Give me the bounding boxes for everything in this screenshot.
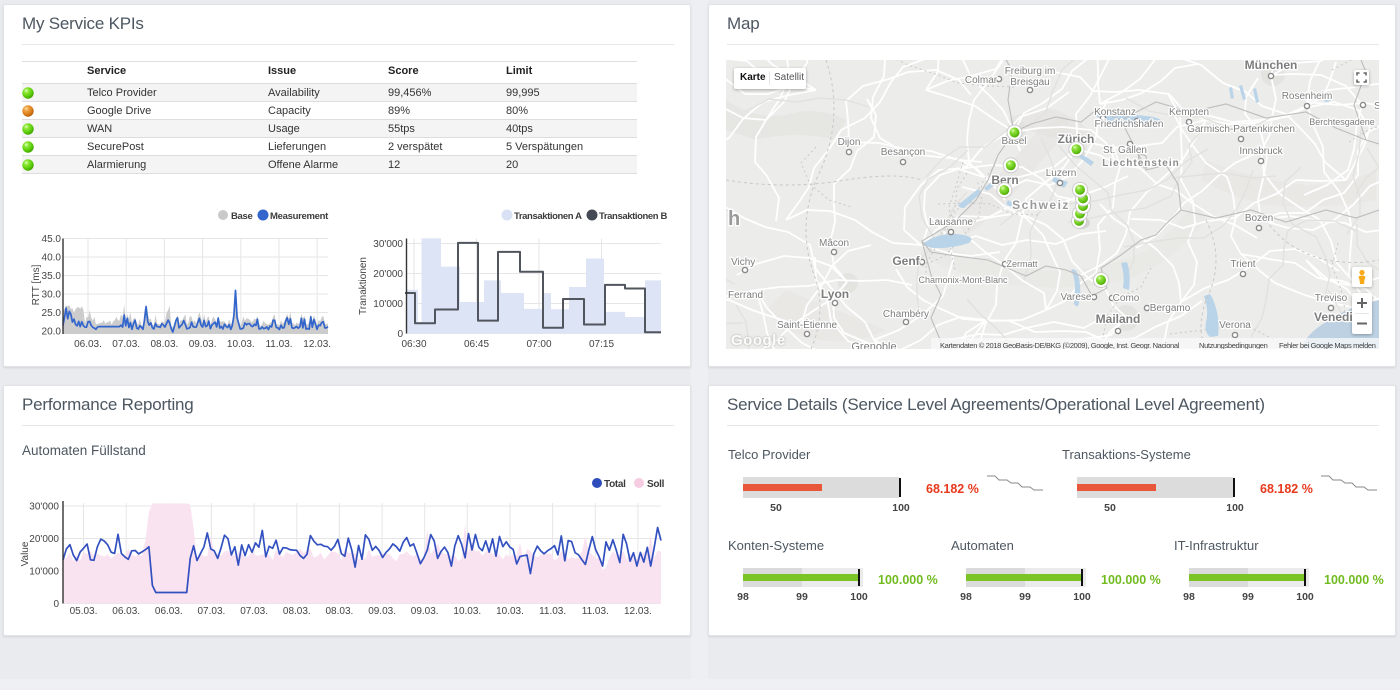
svg-text:07:00: 07:00 bbox=[526, 339, 551, 350]
svg-text:Measurement: Measurement bbox=[270, 211, 329, 222]
svg-text:Vichy: Vichy bbox=[731, 257, 755, 268]
svg-text:Lyon: Lyon bbox=[821, 287, 849, 301]
svg-text:St. Gallen: St. Gallen bbox=[1103, 145, 1147, 156]
svg-text:07.03.: 07.03. bbox=[197, 606, 225, 617]
svg-text:30'000: 30'000 bbox=[29, 502, 59, 513]
svg-text:Grenoble: Grenoble bbox=[851, 341, 896, 349]
svg-text:RTT [ms]: RTT [ms] bbox=[31, 264, 42, 305]
svg-text:06.03.: 06.03. bbox=[74, 339, 102, 350]
svg-text:Genf: Genf bbox=[892, 254, 920, 268]
svg-text:Soll: Soll bbox=[647, 479, 665, 490]
svg-text:Como: Como bbox=[1113, 293, 1140, 304]
svg-text:08.03.: 08.03. bbox=[150, 339, 178, 350]
svg-text:Freiburg im: Freiburg im bbox=[1005, 66, 1056, 77]
svg-text:München: München bbox=[1245, 60, 1298, 72]
svg-text:Saint-Étienne: Saint-Étienne bbox=[777, 318, 837, 331]
svg-text:Sa: Sa bbox=[1374, 101, 1379, 112]
svg-text:11.03.: 11.03. bbox=[582, 606, 609, 617]
svg-text:Trient: Trient bbox=[1230, 259, 1255, 270]
svg-text:Friedrichshafen: Friedrichshafen bbox=[1095, 119, 1164, 130]
svg-text:06:45: 06:45 bbox=[464, 339, 489, 350]
svg-text:07:15: 07:15 bbox=[589, 339, 614, 350]
svg-text:Liechtenstein: Liechtenstein bbox=[1102, 158, 1179, 169]
svg-text:10'000: 10'000 bbox=[29, 567, 59, 578]
svg-text:10.03.: 10.03. bbox=[453, 606, 481, 617]
svg-text:Kempten: Kempten bbox=[1169, 107, 1209, 118]
svg-text:Breisgau: Breisgau bbox=[1010, 77, 1049, 88]
svg-text:0: 0 bbox=[53, 599, 59, 610]
svg-text:Garmisch-Partenkirchen: Garmisch-Partenkirchen bbox=[1187, 124, 1295, 135]
svg-text:06:30: 06:30 bbox=[401, 339, 426, 350]
svg-text:Colmar: Colmar bbox=[965, 75, 998, 86]
svg-text:Tranaktionen: Tranaktionen bbox=[358, 257, 369, 315]
svg-text:25.0: 25.0 bbox=[42, 308, 62, 319]
svg-text:Transaktionen B: Transaktionen B bbox=[599, 211, 667, 222]
svg-text:Total: Total bbox=[604, 479, 626, 490]
svg-text:Zermatt: Zermatt bbox=[1006, 259, 1038, 269]
svg-text:09.03.: 09.03. bbox=[411, 606, 439, 617]
svg-text:10.03.: 10.03. bbox=[496, 606, 524, 617]
svg-text:08.03.: 08.03. bbox=[325, 606, 353, 617]
svg-text:06.03.: 06.03. bbox=[155, 606, 183, 617]
svg-text:Dijon: Dijon bbox=[838, 137, 861, 148]
svg-text:20'000: 20'000 bbox=[29, 534, 59, 545]
svg-text:Luzern: Luzern bbox=[1046, 168, 1077, 179]
svg-text:Rosenheim: Rosenheim bbox=[1282, 91, 1333, 102]
svg-text:11.03.: 11.03. bbox=[539, 606, 566, 617]
svg-text:45.0: 45.0 bbox=[42, 234, 62, 245]
svg-text:Chambéry: Chambéry bbox=[883, 309, 929, 320]
svg-text:Besançon: Besançon bbox=[881, 147, 925, 158]
svg-text:20'000: 20'000 bbox=[373, 269, 403, 280]
svg-text:h: h bbox=[728, 208, 740, 230]
svg-text:Chamonix-Mont-Blanc: Chamonix-Mont-Blanc bbox=[918, 275, 1008, 285]
svg-text:Innsbruck: Innsbruck bbox=[1239, 146, 1283, 157]
svg-text:10'000: 10'000 bbox=[373, 299, 403, 310]
svg-text:Value: Value bbox=[20, 541, 31, 566]
svg-text:07.03.: 07.03. bbox=[112, 339, 140, 350]
svg-text:Berchtesgadene: Berchtesgadene bbox=[1309, 117, 1375, 127]
svg-text:20.0: 20.0 bbox=[42, 327, 62, 338]
svg-text:08.03.: 08.03. bbox=[283, 606, 311, 617]
svg-text:Mâcon: Mâcon bbox=[819, 238, 849, 249]
svg-text:30'000: 30'000 bbox=[373, 239, 403, 250]
svg-text:Schweiz: Schweiz bbox=[1012, 198, 1070, 212]
svg-text:Treviso: Treviso bbox=[1315, 293, 1348, 304]
svg-text:Verona: Verona bbox=[1219, 320, 1251, 331]
svg-text:Lausanne: Lausanne bbox=[929, 217, 973, 228]
svg-text:09.03.: 09.03. bbox=[189, 339, 217, 350]
svg-text:Bergamo: Bergamo bbox=[1150, 303, 1191, 314]
svg-text:05.03.: 05.03. bbox=[70, 606, 98, 617]
svg-text:12.03.: 12.03. bbox=[624, 606, 652, 617]
svg-text:Mailand: Mailand bbox=[1096, 312, 1141, 326]
svg-text:Konstanz: Konstanz bbox=[1094, 107, 1136, 118]
svg-text:Bozen: Bozen bbox=[1245, 213, 1273, 224]
svg-text:Ferrand: Ferrand bbox=[728, 290, 763, 301]
svg-text:40.0: 40.0 bbox=[42, 253, 62, 264]
svg-text:Varese: Varese bbox=[1061, 292, 1092, 303]
svg-text:09.03.: 09.03. bbox=[368, 606, 396, 617]
svg-text:06.03.: 06.03. bbox=[112, 606, 140, 617]
svg-text:07.03.: 07.03. bbox=[240, 606, 268, 617]
svg-text:11.03.: 11.03. bbox=[265, 339, 292, 350]
svg-text:10.03.: 10.03. bbox=[227, 339, 255, 350]
svg-text:Transaktionen A: Transaktionen A bbox=[514, 211, 582, 222]
svg-text:30.0: 30.0 bbox=[42, 290, 62, 301]
svg-text:12.03.: 12.03. bbox=[303, 339, 331, 350]
svg-text:Base: Base bbox=[231, 211, 253, 222]
svg-text:35.0: 35.0 bbox=[42, 271, 62, 282]
